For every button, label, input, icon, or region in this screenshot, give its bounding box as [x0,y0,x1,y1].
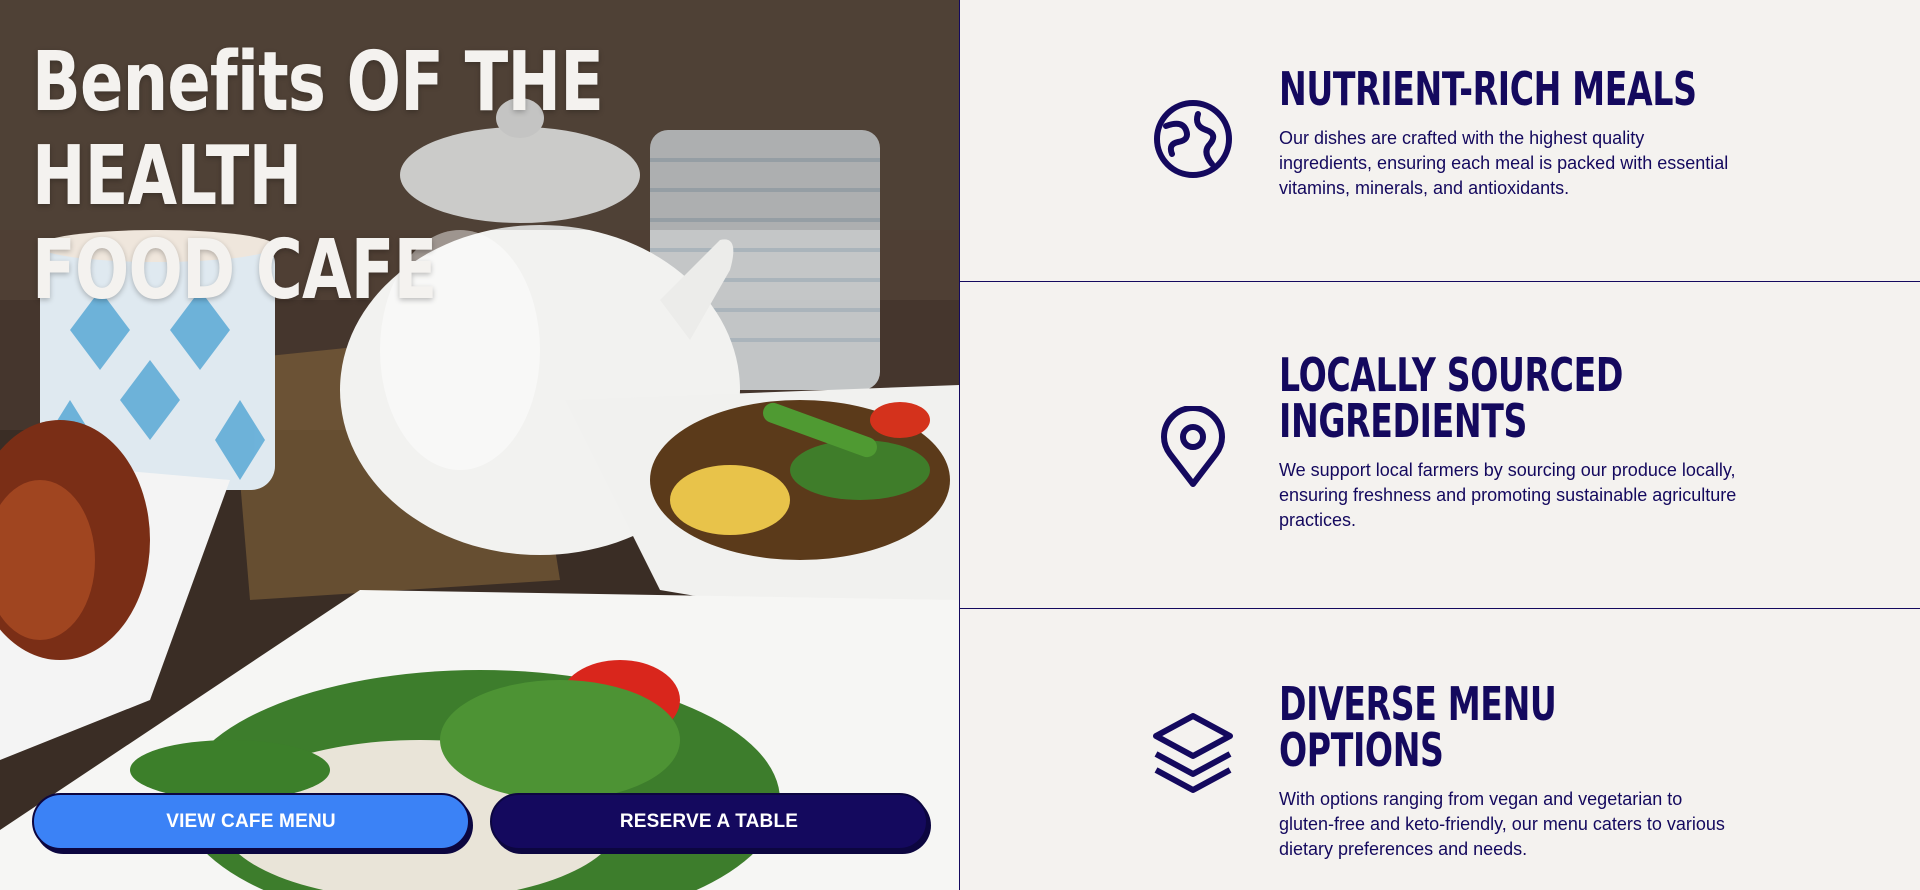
page-title-line-2: FOOD CAFE [32,223,437,318]
reserve-table-button[interactable]: RESERVE A TABLE [490,793,928,850]
map-pin-icon [1150,404,1236,490]
feature-nutrient-rich: Nutrient-rich meals Our dishes are craft… [960,0,1920,281]
globe-icon [1150,96,1236,182]
features-section: Nutrient-rich meals Our dishes are craft… [959,0,1920,890]
feature-text: Nutrient-rich meals Our dishes are craft… [1279,66,1739,201]
page-title: Benefits OF THE HEALTH FOOD CAFE [32,36,672,318]
feature-title: Diverse menu options [1279,677,1557,777]
feature-text: Diverse menu options With options rangin… [1279,681,1739,862]
page-title-line-1: Benefits OF THE HEALTH [32,35,604,224]
feature-title: Nutrient-rich meals [1279,62,1697,116]
feature-text: Locally sourced ingredients We support l… [1279,352,1739,533]
hero-section: Benefits OF THE HEALTH FOOD CAFE VIEW CA… [0,0,959,890]
feature-diverse-menu: Diverse menu options With options rangin… [960,608,1920,890]
feature-locally-sourced: Locally sourced ingredients We support l… [960,281,1920,608]
feature-description: Our dishes are crafted with the highest … [1279,128,1729,198]
feature-description: We support local farmers by sourcing our… [1279,460,1737,530]
hero-button-group: VIEW CAFE MENU RESERVE A TABLE [32,793,928,850]
feature-description: With options ranging from vegan and vege… [1279,789,1725,859]
layers-icon [1150,710,1236,796]
view-cafe-menu-button[interactable]: VIEW CAFE MENU [32,793,470,850]
feature-title: Locally sourced ingredients [1279,348,1624,448]
